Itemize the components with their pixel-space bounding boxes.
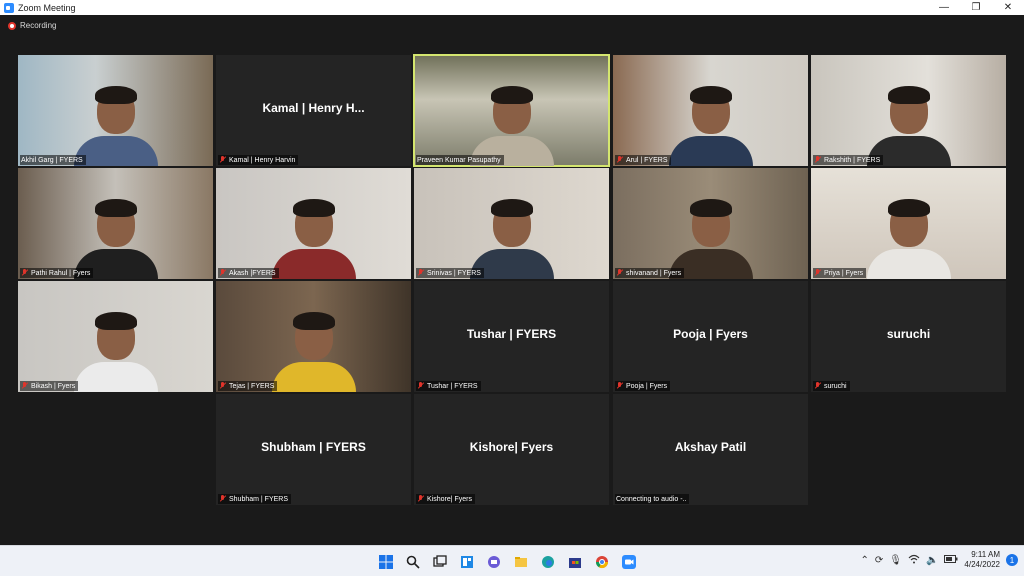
chrome-icon[interactable] bbox=[592, 552, 612, 572]
sync-icon[interactable]: ⟳ bbox=[875, 555, 883, 566]
participant-video bbox=[271, 199, 356, 279]
participant-name: Kamal | Henry H... bbox=[262, 101, 365, 115]
window-controls: — ❐ ✕ bbox=[928, 0, 1024, 15]
chat-icon[interactable] bbox=[484, 552, 504, 572]
window-title: Zoom Meeting bbox=[18, 2, 76, 13]
muted-mic-icon bbox=[21, 382, 28, 390]
participant-tile[interactable]: Akhil Garg | FYERS bbox=[18, 55, 213, 166]
muted-mic-icon bbox=[219, 495, 226, 503]
participant-tile[interactable]: Akshay Patil Connecting to audio -.. bbox=[613, 394, 808, 505]
title-bar: Zoom Meeting — ❐ ✕ bbox=[0, 0, 1024, 15]
zoom-taskbar-icon[interactable] bbox=[619, 552, 639, 572]
participant-name-label: Kamal | Henry Harvin bbox=[218, 155, 299, 165]
participant-name-label: Shubham | FYERS bbox=[218, 494, 292, 504]
recording-label: Recording bbox=[20, 21, 57, 30]
participant-tile[interactable]: Tushar | FYERS Tushar | FYERS bbox=[414, 281, 609, 392]
participant-tile[interactable]: shivanand | Fyers bbox=[613, 168, 808, 279]
participant-tile[interactable]: Pooja | Fyers Pooja | Fyers bbox=[613, 281, 808, 392]
participant-tile-active-speaker[interactable]: Praveen Kumar Pasupathy bbox=[413, 54, 610, 167]
system-tray: ⌃ ⟳ 🎙 🔈 9:11 AM 4/24/2022 1 bbox=[860, 550, 1018, 570]
muted-mic-icon bbox=[814, 382, 821, 390]
participant-name-label: Rakshith | FYERS bbox=[813, 155, 884, 165]
participant-name-label: Tejas | FYERS bbox=[218, 381, 278, 391]
store-icon[interactable] bbox=[565, 552, 585, 572]
muted-mic-icon bbox=[219, 382, 226, 390]
participant-name-label: Akhil Garg | FYERS bbox=[20, 155, 86, 165]
record-icon bbox=[8, 21, 16, 30]
participant-name-label: Srinivas | FYERS bbox=[416, 268, 484, 278]
participant-name-label: suruchi bbox=[813, 381, 850, 391]
chevron-up-icon[interactable]: ⌃ bbox=[860, 555, 868, 566]
muted-mic-icon bbox=[417, 495, 424, 503]
participant-name-label: Praveen Kumar Pasupathy bbox=[416, 155, 504, 165]
participant-tile[interactable]: Bikash | Fyers bbox=[18, 281, 213, 392]
participant-name: Pooja | Fyers bbox=[673, 327, 748, 341]
participant-tile[interactable]: Priya | Fyers bbox=[811, 168, 1006, 279]
participant-name-label: Akash |FYERS bbox=[218, 268, 279, 278]
participant-tile[interactable]: Arul | FYERS bbox=[613, 55, 808, 166]
participant-tile[interactable]: Kamal | Henry H... Kamal | Henry Harvin bbox=[216, 55, 411, 166]
participant-name: Shubham | FYERS bbox=[261, 440, 366, 454]
participant-tile[interactable]: Shubham | FYERS Shubham | FYERS bbox=[216, 394, 411, 505]
taskbar-apps bbox=[376, 552, 639, 572]
zoom-app-icon bbox=[4, 2, 14, 13]
participant-video bbox=[73, 312, 158, 392]
widgets-icon[interactable] bbox=[457, 552, 477, 572]
muted-mic-icon bbox=[219, 269, 226, 277]
participant-name-label: Kishore| Fyers bbox=[416, 494, 475, 504]
meeting-area: Recording Akhil Garg | FYERS Kamal | Hen… bbox=[0, 15, 1024, 545]
participant-name-label: Pathi Rahul | Fyers bbox=[20, 268, 94, 278]
participant-name: suruchi bbox=[886, 327, 931, 341]
muted-mic-icon bbox=[814, 269, 821, 277]
participant-tile[interactable]: Rakshith | FYERS bbox=[811, 55, 1006, 166]
restore-button[interactable]: ❐ bbox=[960, 0, 992, 15]
participant-tile[interactable]: Pathi Rahul | Fyers bbox=[18, 168, 213, 279]
participant-name: Tushar | FYERS bbox=[466, 327, 557, 341]
muted-mic-icon bbox=[616, 156, 623, 164]
participant-video bbox=[866, 199, 951, 279]
muted-mic-icon bbox=[21, 269, 28, 277]
start-icon[interactable] bbox=[376, 552, 396, 572]
participant-name-label: Priya | Fyers bbox=[813, 268, 867, 278]
muted-mic-icon bbox=[219, 156, 226, 164]
participant-name-label: Pooja | Fyers bbox=[615, 381, 671, 391]
clock-time: 9:11 AM bbox=[971, 550, 1000, 559]
participant-name: Kishore| Fyers bbox=[469, 440, 554, 454]
participant-video bbox=[668, 86, 753, 166]
clock[interactable]: 9:11 AM 4/24/2022 bbox=[964, 550, 1000, 570]
participant-name-label: Bikash | Fyers bbox=[20, 381, 79, 391]
muted-mic-icon bbox=[814, 156, 821, 164]
participant-video bbox=[271, 312, 356, 392]
muted-mic-icon bbox=[417, 269, 424, 277]
battery-icon[interactable] bbox=[944, 554, 958, 566]
recording-indicator[interactable]: Recording bbox=[8, 21, 56, 30]
participant-video bbox=[73, 86, 158, 166]
participant-tile[interactable]: Akash |FYERS bbox=[216, 168, 411, 279]
windows-taskbar: ⌃ ⟳ 🎙 🔈 9:11 AM 4/24/2022 1 bbox=[0, 545, 1024, 576]
muted-mic-icon bbox=[616, 269, 623, 277]
file-explorer-icon[interactable] bbox=[511, 552, 531, 572]
participant-tile[interactable]: Tejas | FYERS bbox=[216, 281, 411, 392]
speaker-icon[interactable]: 🔈 bbox=[926, 555, 938, 566]
participant-status-label: Connecting to audio -.. bbox=[615, 494, 690, 504]
participant-name-label: Arul | FYERS bbox=[615, 155, 671, 165]
minimize-button[interactable]: — bbox=[928, 0, 960, 15]
participant-tile[interactable]: Kishore| Fyers Kishore| Fyers bbox=[414, 394, 609, 505]
wifi-icon[interactable] bbox=[908, 554, 920, 567]
participant-tile[interactable]: Srinivas | FYERS bbox=[414, 168, 609, 279]
muted-mic-icon bbox=[417, 382, 424, 390]
close-button[interactable]: ✕ bbox=[992, 0, 1024, 15]
participant-name-label: Tushar | FYERS bbox=[416, 381, 481, 391]
microphone-icon[interactable]: 🎙 bbox=[889, 555, 902, 566]
participant-name: Akshay Patil bbox=[674, 440, 747, 454]
task-view-icon[interactable] bbox=[430, 552, 450, 572]
clock-date: 4/24/2022 bbox=[964, 560, 1000, 569]
participant-tile[interactable]: suruchi suruchi bbox=[811, 281, 1006, 392]
edge-browser-icon[interactable] bbox=[538, 552, 558, 572]
search-icon[interactable] bbox=[403, 552, 423, 572]
participant-name-label: shivanand | Fyers bbox=[615, 268, 685, 278]
muted-mic-icon bbox=[616, 382, 623, 390]
notification-badge[interactable]: 1 bbox=[1006, 554, 1018, 566]
